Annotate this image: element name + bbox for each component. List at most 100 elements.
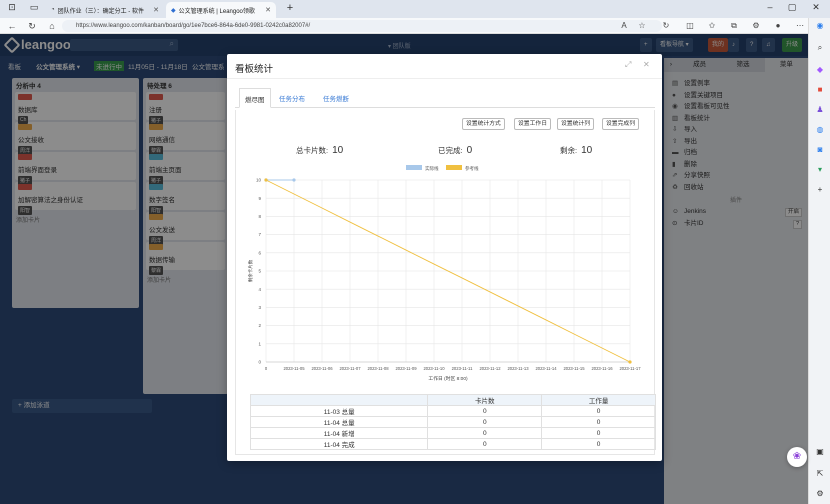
y-tick-label: 5 (258, 269, 261, 274)
table-header: 卡片数 (427, 394, 543, 406)
drop-icon[interactable]: ▾ (814, 164, 826, 176)
legend-swatch (406, 165, 422, 170)
refresh-icon[interactable]: ↻ (26, 20, 38, 32)
maximize-icon[interactable]: ▢ (782, 2, 802, 13)
stat-tabs: 燃尽图 任务分布 任务燃断 (235, 88, 655, 108)
legend-swatch (446, 165, 462, 170)
x-axis-label: 工作日 (时区 8:00) (428, 375, 468, 382)
close-tab-icon[interactable]: ✕ (265, 6, 271, 14)
browser-tab-1[interactable]: ◔ 团队作业（三）：确定分工 - 软件 ✕ (46, 2, 164, 18)
tab-task-trend[interactable]: 任务燃断 (323, 93, 349, 103)
split-screen-icon[interactable]: ◫ (684, 21, 696, 31)
table-cell: 11-04 总量 (249, 416, 429, 428)
extensions-icon[interactable]: ⚙ (750, 21, 762, 31)
close-icon[interactable]: ✕ (643, 60, 650, 69)
table-row: 11-04 新增 0 0 (249, 427, 656, 439)
table-header: 工作量 (541, 394, 656, 406)
search-icon[interactable]: ⌕ (814, 42, 826, 54)
workspaces-icon[interactable]: ⊡ (2, 2, 22, 13)
favorites-icon[interactable]: ✩ (706, 21, 718, 31)
set-done-columns-button[interactable]: 设置完成列 (602, 118, 639, 130)
y-tick-label: 9 (258, 196, 261, 201)
burndown-panel: 设置统计方式 设置工作日 设置统计列 设置完成列 总卡片数: 10 已完成: 0 剩… (235, 110, 656, 455)
browser-tab-label: 公文管理系统 | Leangoo领歌 (178, 8, 255, 15)
tab-burndown[interactable]: 燃尽图 (239, 88, 271, 108)
x-tick-label: 2023-11-17 (619, 366, 641, 371)
url-input[interactable]: https://www.leangoo.com/kanban/board/go/… (62, 20, 662, 32)
y-axis-label: 剩余卡片数 (247, 259, 254, 282)
set-stat-method-button[interactable]: 设置统计方式 (462, 118, 505, 130)
table-row: 11-03 总量 0 0 (249, 405, 656, 417)
profile-avatar-icon[interactable]: ● (772, 21, 784, 31)
x-tick-label: 2023-11-09 (395, 366, 417, 371)
people-icon[interactable]: ♟ (814, 104, 826, 116)
table-cell: 11-03 总量 (249, 405, 429, 417)
x-tick-label: 2023-11-06 (311, 366, 333, 371)
total-cards-stat: 总卡片数: 10 (296, 145, 343, 156)
read-aloud-icon[interactable]: A (618, 21, 630, 31)
favorite-star-icon[interactable]: ☆ (636, 21, 648, 31)
legend-label: 实际线 (425, 165, 439, 172)
url-text: https://www.leangoo.com/kanban/board/go/… (76, 23, 311, 29)
x-tick-label: 2023-11-11 (452, 366, 473, 371)
settings-gear-icon[interactable]: ⚙ (814, 488, 826, 500)
assistant-float-icon[interactable]: ❀ (787, 447, 807, 467)
external-link-icon[interactable]: ⇱ (814, 468, 826, 480)
actual-point (292, 178, 296, 182)
x-tick-label: 2023-11-14 (535, 366, 557, 371)
y-tick-label: 0 (258, 360, 261, 365)
table-cell: 0 (541, 405, 656, 417)
browser-sidebar: ◉ ⌕ ◆ ■ ♟ ◍ ◙ ▾ + ▣ ⇱ ⚙ (808, 18, 830, 504)
outlook-icon[interactable]: ◙ (814, 144, 826, 156)
stat-label: 剩余: (560, 146, 578, 155)
burndown-chart: 实际线 参考线 0 1 2 3 4 5 6 7 8 9 10 0 2023-11-05 2023-11-06 2… (247, 165, 641, 382)
add-sidebar-icon[interactable]: + (814, 184, 826, 196)
table-cell: 11-04 新增 (249, 427, 429, 439)
x-tick-label: 2023-11-07 (339, 366, 361, 371)
minimize-icon[interactable]: – (760, 2, 780, 12)
home-icon[interactable]: ⌂ (46, 20, 58, 32)
board-statistics-modal: 看板统计 ⤢ ✕ 燃尽图 任务分布 任务燃断 设置统计方式 设置工作日 设置统计… (227, 54, 662, 461)
expand-icon[interactable]: ⤢ (625, 60, 631, 70)
browser-tab-2[interactable]: ◆ 公文管理系统 | Leangoo领歌 ✕ (166, 2, 276, 18)
set-stat-columns-button[interactable]: 设置统计列 (557, 118, 594, 130)
table-cell: 0 (541, 427, 656, 439)
y-tick-label: 6 (258, 250, 261, 255)
refresh-page-icon[interactable]: ↻ (660, 21, 672, 31)
screenshot-icon[interactable]: ▣ (814, 446, 826, 458)
title-divider (227, 78, 662, 79)
reference-point (628, 360, 632, 364)
y-tick-label: 3 (258, 305, 261, 310)
back-icon[interactable]: ← (6, 20, 18, 32)
table-row: 11-04 完成 0 0 (249, 438, 656, 450)
stats-table: 卡片数 工作量 11-03 总量 0 0 11-04 总量 0 0 11-04 新增 0 0… (249, 394, 656, 450)
set-workdays-button[interactable]: 设置工作日 (514, 118, 551, 130)
new-tab-button[interactable]: + (280, 2, 300, 14)
shopping-icon[interactable]: ■ (814, 84, 826, 96)
close-tab-icon[interactable]: ✕ (153, 6, 159, 14)
x-tick-label: 2023-11-10 (423, 366, 445, 371)
table-cell: 0 (427, 438, 543, 450)
table-row: 11-04 总量 0 0 (249, 416, 656, 428)
more-menu-icon[interactable]: ⋯ (794, 21, 806, 31)
office-icon[interactable]: ◍ (814, 124, 826, 136)
table-cell: 0 (541, 438, 656, 450)
collections-icon[interactable]: ⧉ (728, 21, 740, 31)
close-window-icon[interactable]: ✕ (806, 2, 826, 13)
x-tick-label: 2023-11-12 (479, 366, 501, 371)
remaining-stat: 剩余: 10 (560, 145, 592, 156)
browser-tab-label: 团队作业（三）：确定分工 - 软件 (57, 8, 144, 15)
stat-value: 10 (332, 145, 344, 156)
y-tick-label: 4 (258, 287, 261, 292)
table-header (249, 394, 429, 406)
x-tick-label: 2023-11-15 (563, 366, 585, 371)
tag-icon[interactable]: ◆ (814, 64, 826, 76)
table-header-row: 卡片数 工作量 (249, 394, 656, 406)
tab-task-distribution[interactable]: 任务分布 (279, 93, 305, 103)
stat-value: 10 (581, 145, 593, 156)
x-tick-label: 0 (265, 366, 268, 371)
done-stat: 已完成: 0 (438, 145, 472, 156)
y-tick-label: 7 (258, 232, 261, 237)
tab-actions-icon[interactable]: ▭ (24, 2, 44, 13)
copilot-icon[interactable]: ◉ (814, 20, 826, 32)
